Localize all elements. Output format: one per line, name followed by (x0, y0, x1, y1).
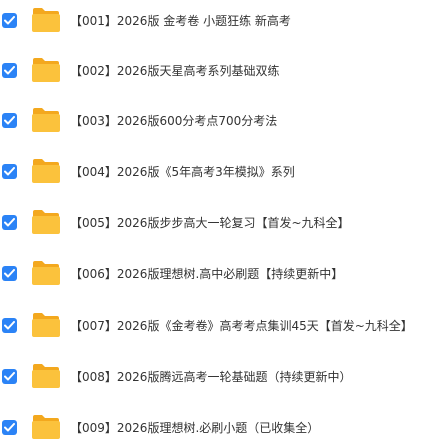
check-icon (4, 217, 15, 226)
checkbox-checked[interactable] (2, 419, 17, 435)
checkbox-checked[interactable] (2, 214, 17, 230)
folder-icon[interactable] (31, 158, 61, 184)
file-row[interactable]: 【009】2026版理想树.必刷小题（已收集全） (0, 409, 428, 445)
checkbox-checked[interactable] (2, 62, 17, 78)
file-row[interactable]: 【004】2026版《5年高考3年模拟》系列 (0, 153, 428, 189)
check-icon (4, 166, 15, 175)
checkbox-checked[interactable] (2, 12, 17, 28)
file-row[interactable]: 【002】2026版天星高考系列基础双练 (0, 52, 428, 88)
file-row[interactable]: 【006】2026版理想树.高中必刷题【持续更新中】 (0, 255, 428, 291)
file-name[interactable]: 【009】2026版理想树.必刷小题（已收集全） (70, 419, 319, 436)
folder-icon[interactable] (31, 363, 61, 389)
check-icon (4, 268, 15, 277)
file-row[interactable]: 【005】2026版步步高大一轮复习【首发~九科全】 (0, 204, 428, 240)
checkbox-checked[interactable] (2, 368, 17, 384)
folder-icon[interactable] (31, 260, 61, 286)
folder-icon[interactable] (31, 414, 61, 440)
file-name[interactable]: 【002】2026版天星高考系列基础双练 (70, 62, 279, 79)
check-icon (4, 371, 15, 380)
file-row[interactable]: 【008】2026版腾远高考一轮基础题（持续更新中） (0, 358, 428, 394)
file-row[interactable]: 【003】2026版600分考点700分考法 (0, 102, 428, 138)
file-name[interactable]: 【003】2026版600分考点700分考法 (70, 112, 277, 129)
file-name[interactable]: 【007】2026版《金考卷》高考考点集训45天【首发~九科全】 (70, 317, 413, 334)
file-name[interactable]: 【008】2026版腾远高考一轮基础题（持续更新中） (70, 368, 351, 385)
file-name[interactable]: 【004】2026版《5年高考3年模拟》系列 (70, 163, 295, 180)
checkbox-checked[interactable] (2, 112, 17, 128)
file-name[interactable]: 【005】2026版步步高大一轮复习【首发~九科全】 (70, 214, 350, 231)
checkbox-checked[interactable] (2, 265, 17, 281)
check-icon (4, 15, 15, 24)
folder-icon[interactable] (31, 312, 61, 338)
folder-icon[interactable] (31, 57, 61, 83)
check-icon (4, 65, 15, 74)
check-icon (4, 115, 15, 124)
folder-icon[interactable] (31, 7, 61, 33)
check-icon (4, 422, 15, 431)
checkbox-checked[interactable] (2, 163, 17, 179)
file-name[interactable]: 【006】2026版理想树.高中必刷题【持续更新中】 (70, 265, 343, 282)
folder-icon[interactable] (31, 107, 61, 133)
file-name[interactable]: 【001】2026版 金考卷 小题狂练 新高考 (70, 12, 291, 29)
checkbox-checked[interactable] (2, 317, 17, 333)
file-row[interactable]: 【001】2026版 金考卷 小题狂练 新高考 (0, 2, 428, 38)
check-icon (4, 320, 15, 329)
file-list: 【001】2026版 金考卷 小题狂练 新高考 【002】2026版天星高考系列… (0, 0, 428, 444)
folder-icon[interactable] (31, 209, 61, 235)
file-row[interactable]: 【007】2026版《金考卷》高考考点集训45天【首发~九科全】 (0, 307, 428, 343)
